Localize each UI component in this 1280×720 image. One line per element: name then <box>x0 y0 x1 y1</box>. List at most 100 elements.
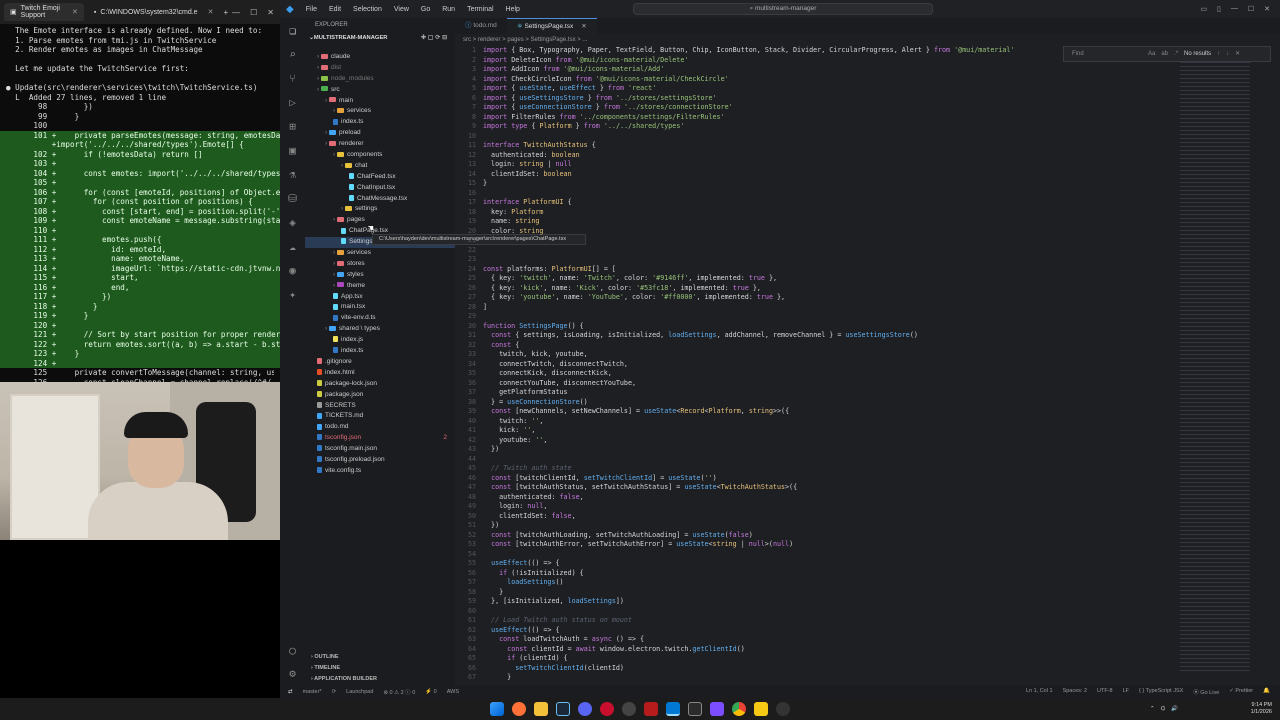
code-line[interactable]: 56 if (!isInitialized) { <box>455 569 1055 579</box>
code-line[interactable]: 46 const [twitchClientId, setTwitchClien… <box>455 474 1055 484</box>
tree-folder[interactable]: › renderer <box>305 139 455 150</box>
settings-icon[interactable] <box>622 702 636 716</box>
eol[interactable]: LF <box>1123 688 1129 696</box>
tree-file[interactable]: package.json <box>305 390 455 401</box>
code-line[interactable]: 50 clientIdSet: false, <box>455 512 1055 522</box>
code-line[interactable]: 4 import CheckCircleIcon from '@mui/icons… <box>455 75 1055 85</box>
code-line[interactable]: 17 interface PlatformUI { <box>455 198 1055 208</box>
code-line[interactable]: 32 const { <box>455 341 1055 351</box>
prettier-status[interactable]: ✓ Prettier <box>1229 688 1253 696</box>
code-line[interactable]: 33 twitch, kick, youtube, <box>455 350 1055 360</box>
code-line[interactable]: 65 if (clientId) { <box>455 654 1055 664</box>
encoding[interactable]: UTF-8 <box>1097 688 1113 696</box>
record-icon[interactable] <box>600 702 614 716</box>
code-line[interactable]: 49 login: null, <box>455 502 1055 512</box>
tree-file[interactable]: ChatMessage.tsx <box>305 194 455 205</box>
tree-file[interactable]: SECRETS <box>305 401 455 412</box>
close-icon[interactable]: ✕ <box>581 23 586 30</box>
project-header[interactable]: ⌄ MULTISTREAM-MANAGER ✚▢⟳⊟ <box>305 32 455 44</box>
tree-file[interactable]: index.ts <box>305 346 455 357</box>
code-line[interactable]: 52 const [twitchAuthLoading, setTwitchAu… <box>455 531 1055 541</box>
tree-file[interactable]: tsconfig.json 2 <box>305 433 455 444</box>
tree-folder[interactable]: › pages <box>305 215 455 226</box>
minimize-icon[interactable]: — <box>232 8 240 17</box>
code-line[interactable]: 22 <box>455 246 1055 256</box>
tree-file[interactable]: TICKETS.md <box>305 411 455 422</box>
copilot-icon[interactable]: ✦ <box>280 282 305 306</box>
code-line[interactable]: 18 key: Platform <box>455 208 1055 218</box>
tree-folder[interactable]: › services <box>305 106 455 117</box>
maximize-icon[interactable]: ☐ <box>1248 5 1254 13</box>
code-line[interactable]: 12 authenticated: boolean <box>455 151 1055 161</box>
run-debug-icon[interactable]: ▷ <box>280 90 305 114</box>
notifications-icon[interactable]: 🔔 <box>1263 688 1270 696</box>
arrow-up-icon[interactable]: ↑ <box>1217 47 1220 61</box>
discord-icon[interactable] <box>578 702 592 716</box>
chevron-up-icon[interactable]: ⌃ <box>1150 706 1155 712</box>
code-line[interactable]: 60 <box>455 607 1055 617</box>
code-line[interactable]: 16 <box>455 189 1055 199</box>
code-editor[interactable]: 1 import { Box, Typography, Paper, TextFi… <box>455 46 1055 685</box>
code-line[interactable]: 29 <box>455 312 1055 322</box>
code-line[interactable]: 41 kick: '', <box>455 426 1055 436</box>
tree-folder[interactable]: › theme <box>305 281 455 292</box>
tree-folder[interactable]: › shared \ types <box>305 324 455 335</box>
database-icon[interactable]: ⛁ <box>280 186 305 210</box>
panel-icon[interactable]: ▯ <box>1217 5 1221 13</box>
tree-file[interactable]: App.tsx <box>305 292 455 303</box>
app-gear-icon[interactable] <box>776 702 790 716</box>
code-line[interactable]: 37 getPlatformStatus <box>455 388 1055 398</box>
code-line[interactable]: 31 const { settings, isLoading, isInitia… <box>455 331 1055 341</box>
tree-file[interactable]: index.js <box>305 335 455 346</box>
close-window-icon[interactable]: ✕ <box>1264 5 1270 13</box>
whole-word-toggle[interactable]: ab <box>1161 47 1168 61</box>
close-window-icon[interactable]: ✕ <box>267 8 274 17</box>
aws-icon[interactable]: ☁ <box>280 234 305 258</box>
code-line[interactable]: 45 // Twitch auth state <box>455 464 1055 474</box>
code-line[interactable]: 21 <box>455 236 1055 246</box>
file-explorer-icon[interactable] <box>534 702 548 716</box>
steam-icon[interactable] <box>556 702 570 716</box>
tree-file[interactable]: vite.config.ts <box>305 466 455 477</box>
tree-folder[interactable]: › services <box>305 248 455 259</box>
code-line[interactable]: 38 } = useConnectionStore() <box>455 398 1055 408</box>
cursor-position[interactable]: Ln 1, Col 1 <box>1026 688 1053 696</box>
windows-start-icon[interactable] <box>490 702 504 716</box>
tree-file[interactable]: vite-env.d.ts <box>305 313 455 324</box>
menu-item-view[interactable]: View <box>388 6 415 13</box>
tree-file[interactable]: main.tsx <box>305 302 455 313</box>
code-line[interactable]: 6 import { useSettingsStore } from '../st… <box>455 94 1055 104</box>
tree-file[interactable]: ChatInput.tsx <box>305 183 455 194</box>
explorer-actions[interactable]: ✚▢⟳⊟ <box>421 32 455 44</box>
clock[interactable]: 9:14 PM 1/1/2026 <box>1251 702 1280 716</box>
code-line[interactable]: 3 import AddIcon from '@mui/icons-materia… <box>455 65 1055 75</box>
tree-file[interactable]: todo.md <box>305 422 455 433</box>
tree-folder[interactable]: › components <box>305 150 455 161</box>
code-line[interactable]: 19 name: string <box>455 217 1055 227</box>
minimap[interactable] <box>1180 62 1250 672</box>
menu-item-terminal[interactable]: Terminal <box>461 6 499 13</box>
code-line[interactable]: 42 youtube: '', <box>455 436 1055 446</box>
close-icon[interactable]: ✕ <box>1235 47 1240 61</box>
app-yellow-icon[interactable] <box>754 702 768 716</box>
chrome-icon[interactable] <box>732 702 746 716</box>
tree-folder[interactable]: › settings <box>305 204 455 215</box>
app-red-icon[interactable] <box>644 702 658 716</box>
tree-file[interactable]: index.ts <box>305 117 455 128</box>
code-line[interactable]: 23 <box>455 255 1055 265</box>
source-control-icon[interactable]: ⑂ <box>280 66 305 90</box>
code-line[interactable]: 43 }) <box>455 445 1055 455</box>
extensions-icon[interactable]: ⊞ <box>280 114 305 138</box>
terminal-tab-twitch-emoji[interactable]: ▣ Twitch Emoji Support ✕ <box>4 3 84 21</box>
minimize-icon[interactable]: — <box>1231 5 1238 13</box>
code-line[interactable]: 57 loadSettings() <box>455 578 1055 588</box>
regex-toggle[interactable]: .* <box>1174 47 1178 61</box>
branch-indicator[interactable]: master* <box>303 689 322 695</box>
code-line[interactable]: 44 <box>455 455 1055 465</box>
code-line[interactable]: 39 const [newChannels, setNewChannels] =… <box>455 407 1055 417</box>
code-line[interactable]: 25 { key: 'twitch', name: 'Twitch', colo… <box>455 274 1055 284</box>
find-input[interactable]: Find <box>1072 47 1142 61</box>
explorer-icon[interactable]: ❏ <box>280 18 305 42</box>
terminal-taskbar-icon[interactable] <box>688 702 702 716</box>
code-line[interactable]: 63 const loadTwitchAuth = async () => { <box>455 635 1055 645</box>
